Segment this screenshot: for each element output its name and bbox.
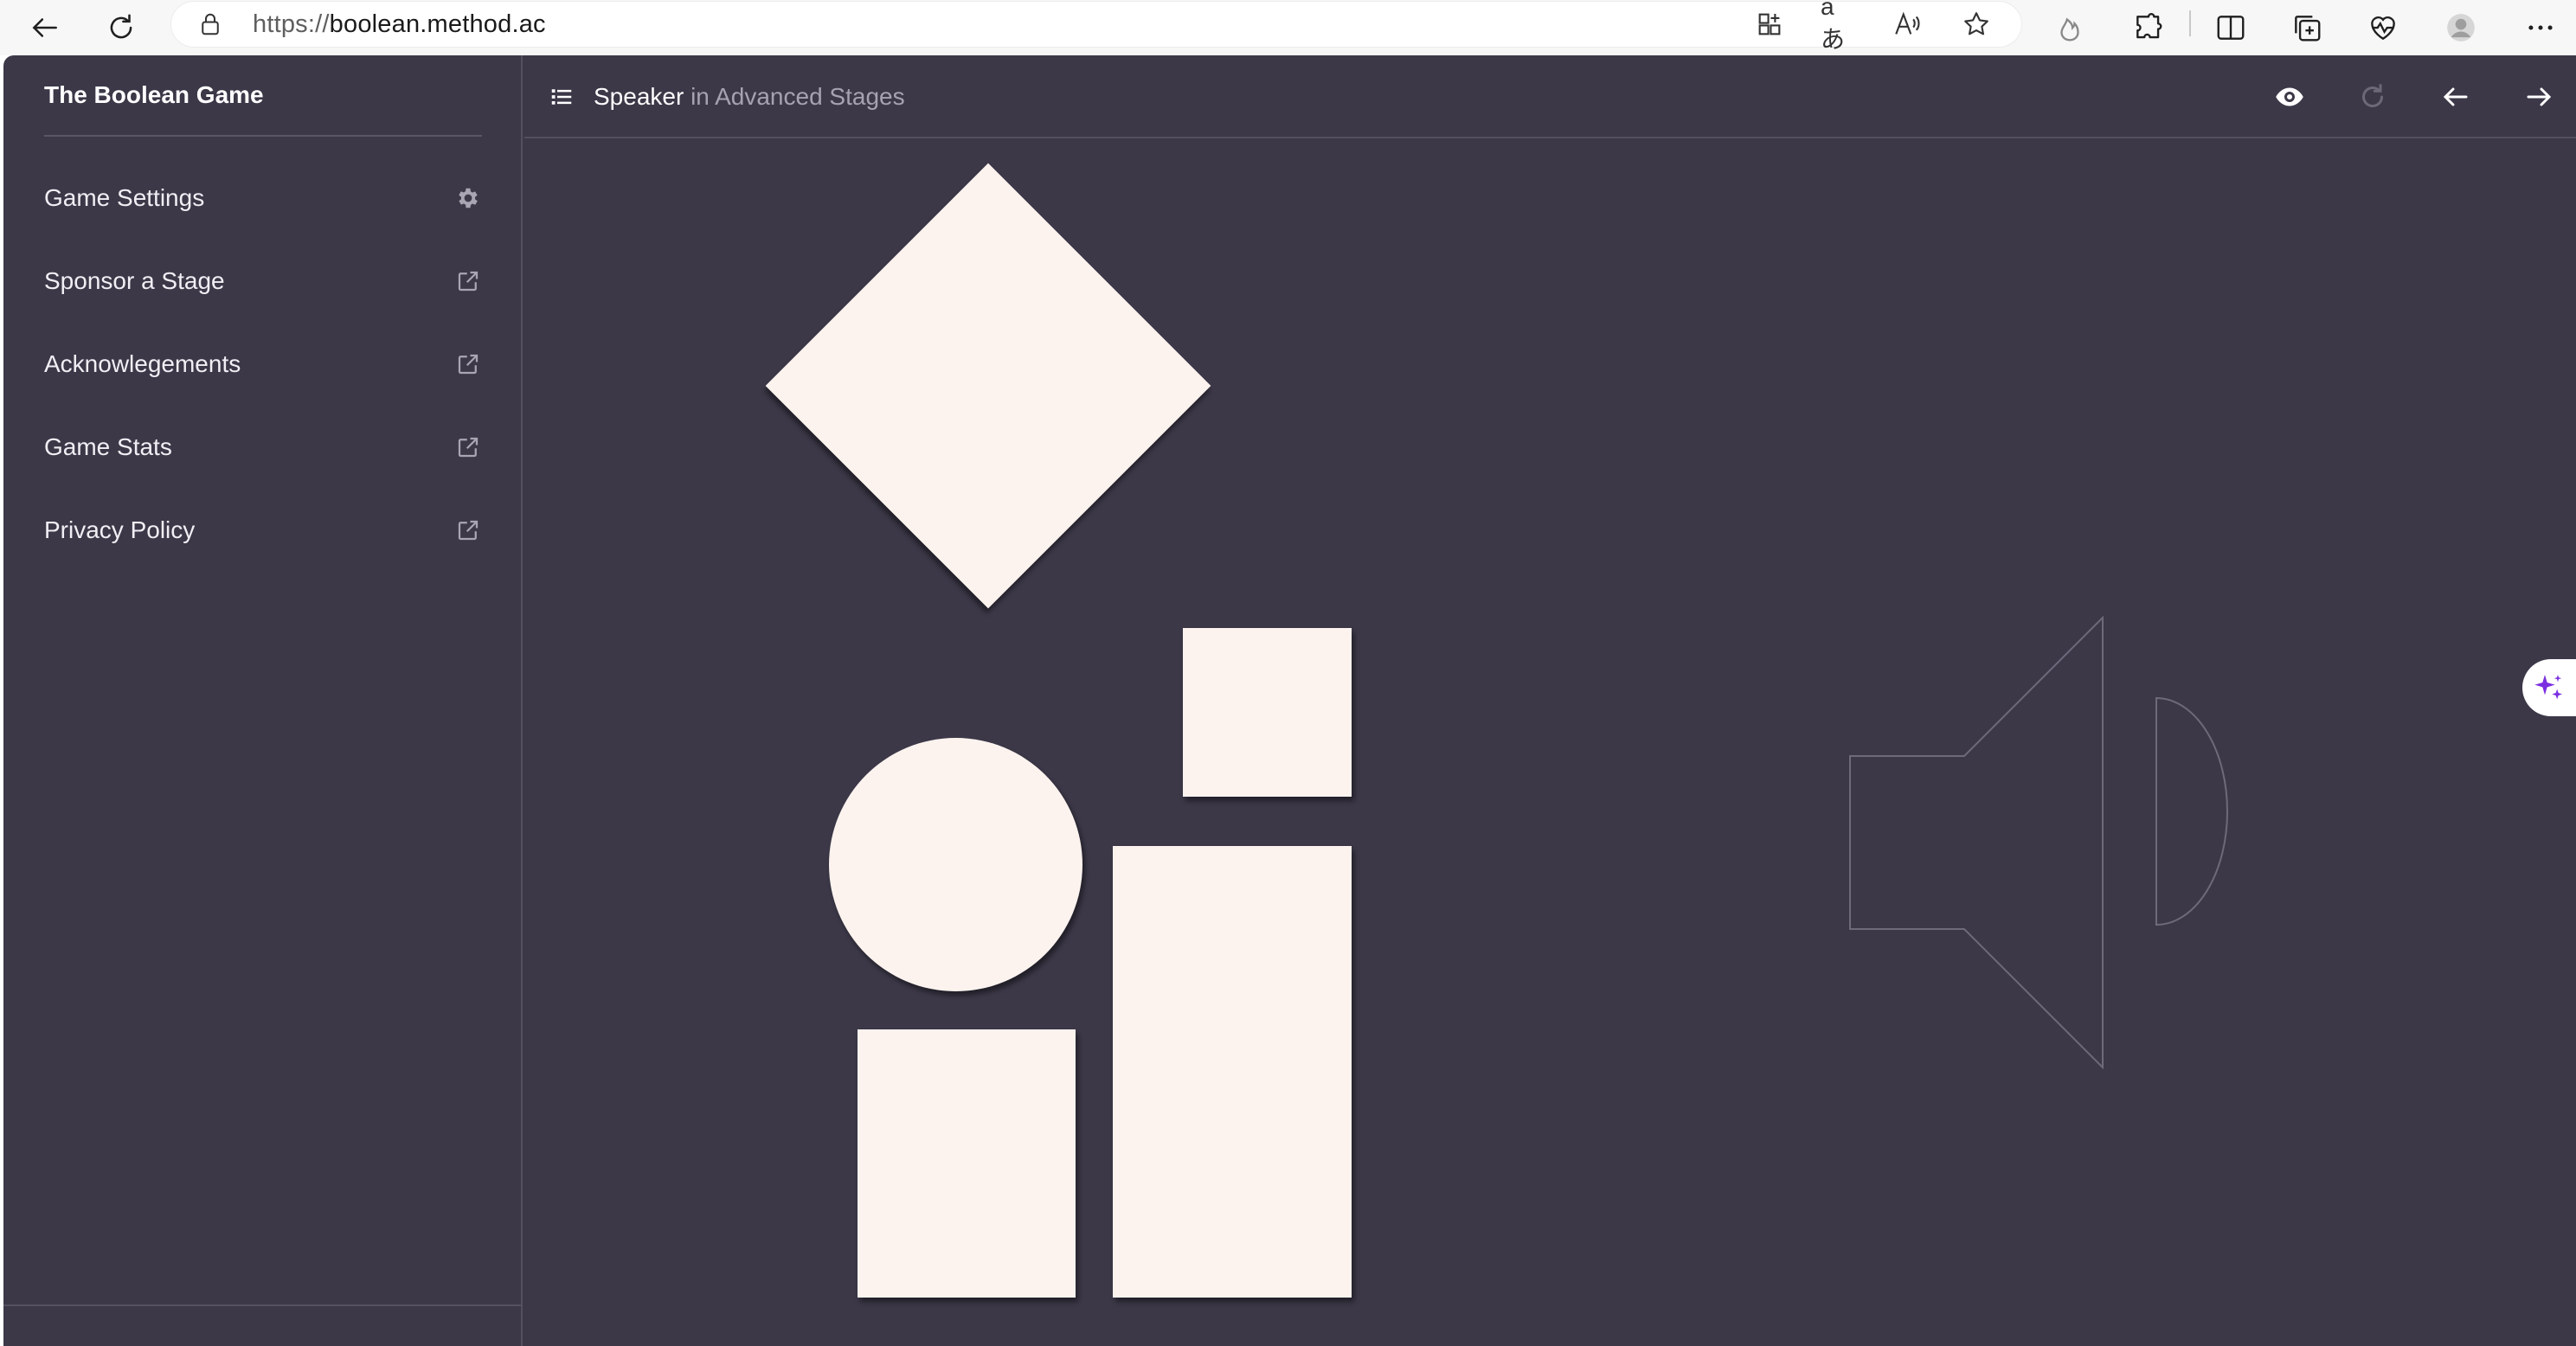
read-aloud-icon[interactable]: [1890, 7, 1924, 42]
previous-arrow-icon[interactable]: [2437, 78, 2475, 116]
short-rectangle-shape[interactable]: [858, 1029, 1076, 1298]
app-title: The Boolean Game: [44, 81, 264, 108]
profile-avatar-icon[interactable]: [2438, 5, 2483, 50]
level-context: in Advanced Stages: [684, 83, 905, 110]
sidebar-item-game-stats[interactable]: Game Stats: [44, 423, 482, 471]
split-screen-icon[interactable]: [2208, 5, 2253, 50]
boolean-game-app: The Boolean Game Game Settings Sponsor a…: [3, 55, 2576, 1346]
browser-chrome: https://boolean.method.ac aあ: [0, 0, 2576, 55]
tall-rectangle-shape[interactable]: [1113, 846, 1352, 1298]
sidebar-item-label: Sponsor a Stage: [44, 267, 225, 294]
level-name: Speaker: [594, 83, 684, 110]
sidebar-item-label: Privacy Policy: [44, 516, 196, 543]
url-scheme: https://: [253, 10, 330, 38]
more-menu-icon[interactable]: [2518, 5, 2563, 50]
sidebar-item-acknowlegements[interactable]: Acknowlegements: [44, 340, 482, 388]
gear-icon: [454, 184, 482, 212]
url-host: boolean.method.ac: [329, 10, 546, 38]
eye-icon[interactable]: [2271, 78, 2309, 116]
translate-icon[interactable]: aあ: [1821, 0, 1855, 53]
speaker-target-outline: [1849, 615, 2228, 1069]
stage-title: Speaker in Advanced Stages: [594, 83, 905, 111]
reset-icon[interactable]: [2354, 78, 2392, 116]
game-stage: [524, 140, 2576, 1346]
stage-list-icon[interactable]: [549, 84, 575, 110]
collections-icon[interactable]: [2284, 5, 2329, 50]
external-link-icon: [454, 267, 482, 295]
extensions-puzzle-icon[interactable]: [2126, 5, 2171, 50]
toolbar-divider: [2189, 10, 2191, 36]
stage-header: Speaker in Advanced Stages: [524, 55, 2576, 138]
sidebar-item-label: Game Stats: [44, 433, 172, 460]
sidebar: The Boolean Game Game Settings Sponsor a…: [3, 55, 523, 1346]
next-arrow-icon[interactable]: [2520, 78, 2558, 116]
flame-icon[interactable]: [2047, 5, 2092, 50]
address-bar[interactable]: https://boolean.method.ac aあ: [171, 0, 2021, 53]
apps-icon[interactable]: [1752, 7, 1787, 42]
sidebar-item-game-settings[interactable]: Game Settings: [44, 174, 482, 222]
sidebar-divider: [44, 135, 482, 137]
sidebar-footer-divider: [3, 1304, 523, 1306]
sidebar-item-label: Game Settings: [44, 184, 205, 211]
favorite-star-icon[interactable]: [1959, 7, 1994, 42]
url-text[interactable]: https://boolean.method.ac: [253, 10, 546, 39]
back-arrow-icon[interactable]: [22, 5, 67, 50]
external-link-icon: [454, 433, 482, 461]
external-link-icon: [454, 350, 482, 378]
circle-shape[interactable]: [829, 738, 1082, 991]
diamond-shape[interactable]: [765, 163, 1211, 609]
lock-icon[interactable]: [197, 11, 223, 37]
sidebar-item-sponsor-a-stage[interactable]: Sponsor a Stage: [44, 257, 482, 305]
small-square-shape[interactable]: [1183, 628, 1352, 797]
copilot-sparkle-icon[interactable]: [2522, 659, 2576, 716]
sidebar-item-label: Acknowlegements: [44, 350, 241, 377]
reload-icon[interactable]: [99, 5, 144, 50]
external-link-icon: [454, 516, 482, 544]
browser-essentials-icon[interactable]: [2361, 5, 2406, 50]
sidebar-item-privacy-policy[interactable]: Privacy Policy: [44, 506, 482, 554]
